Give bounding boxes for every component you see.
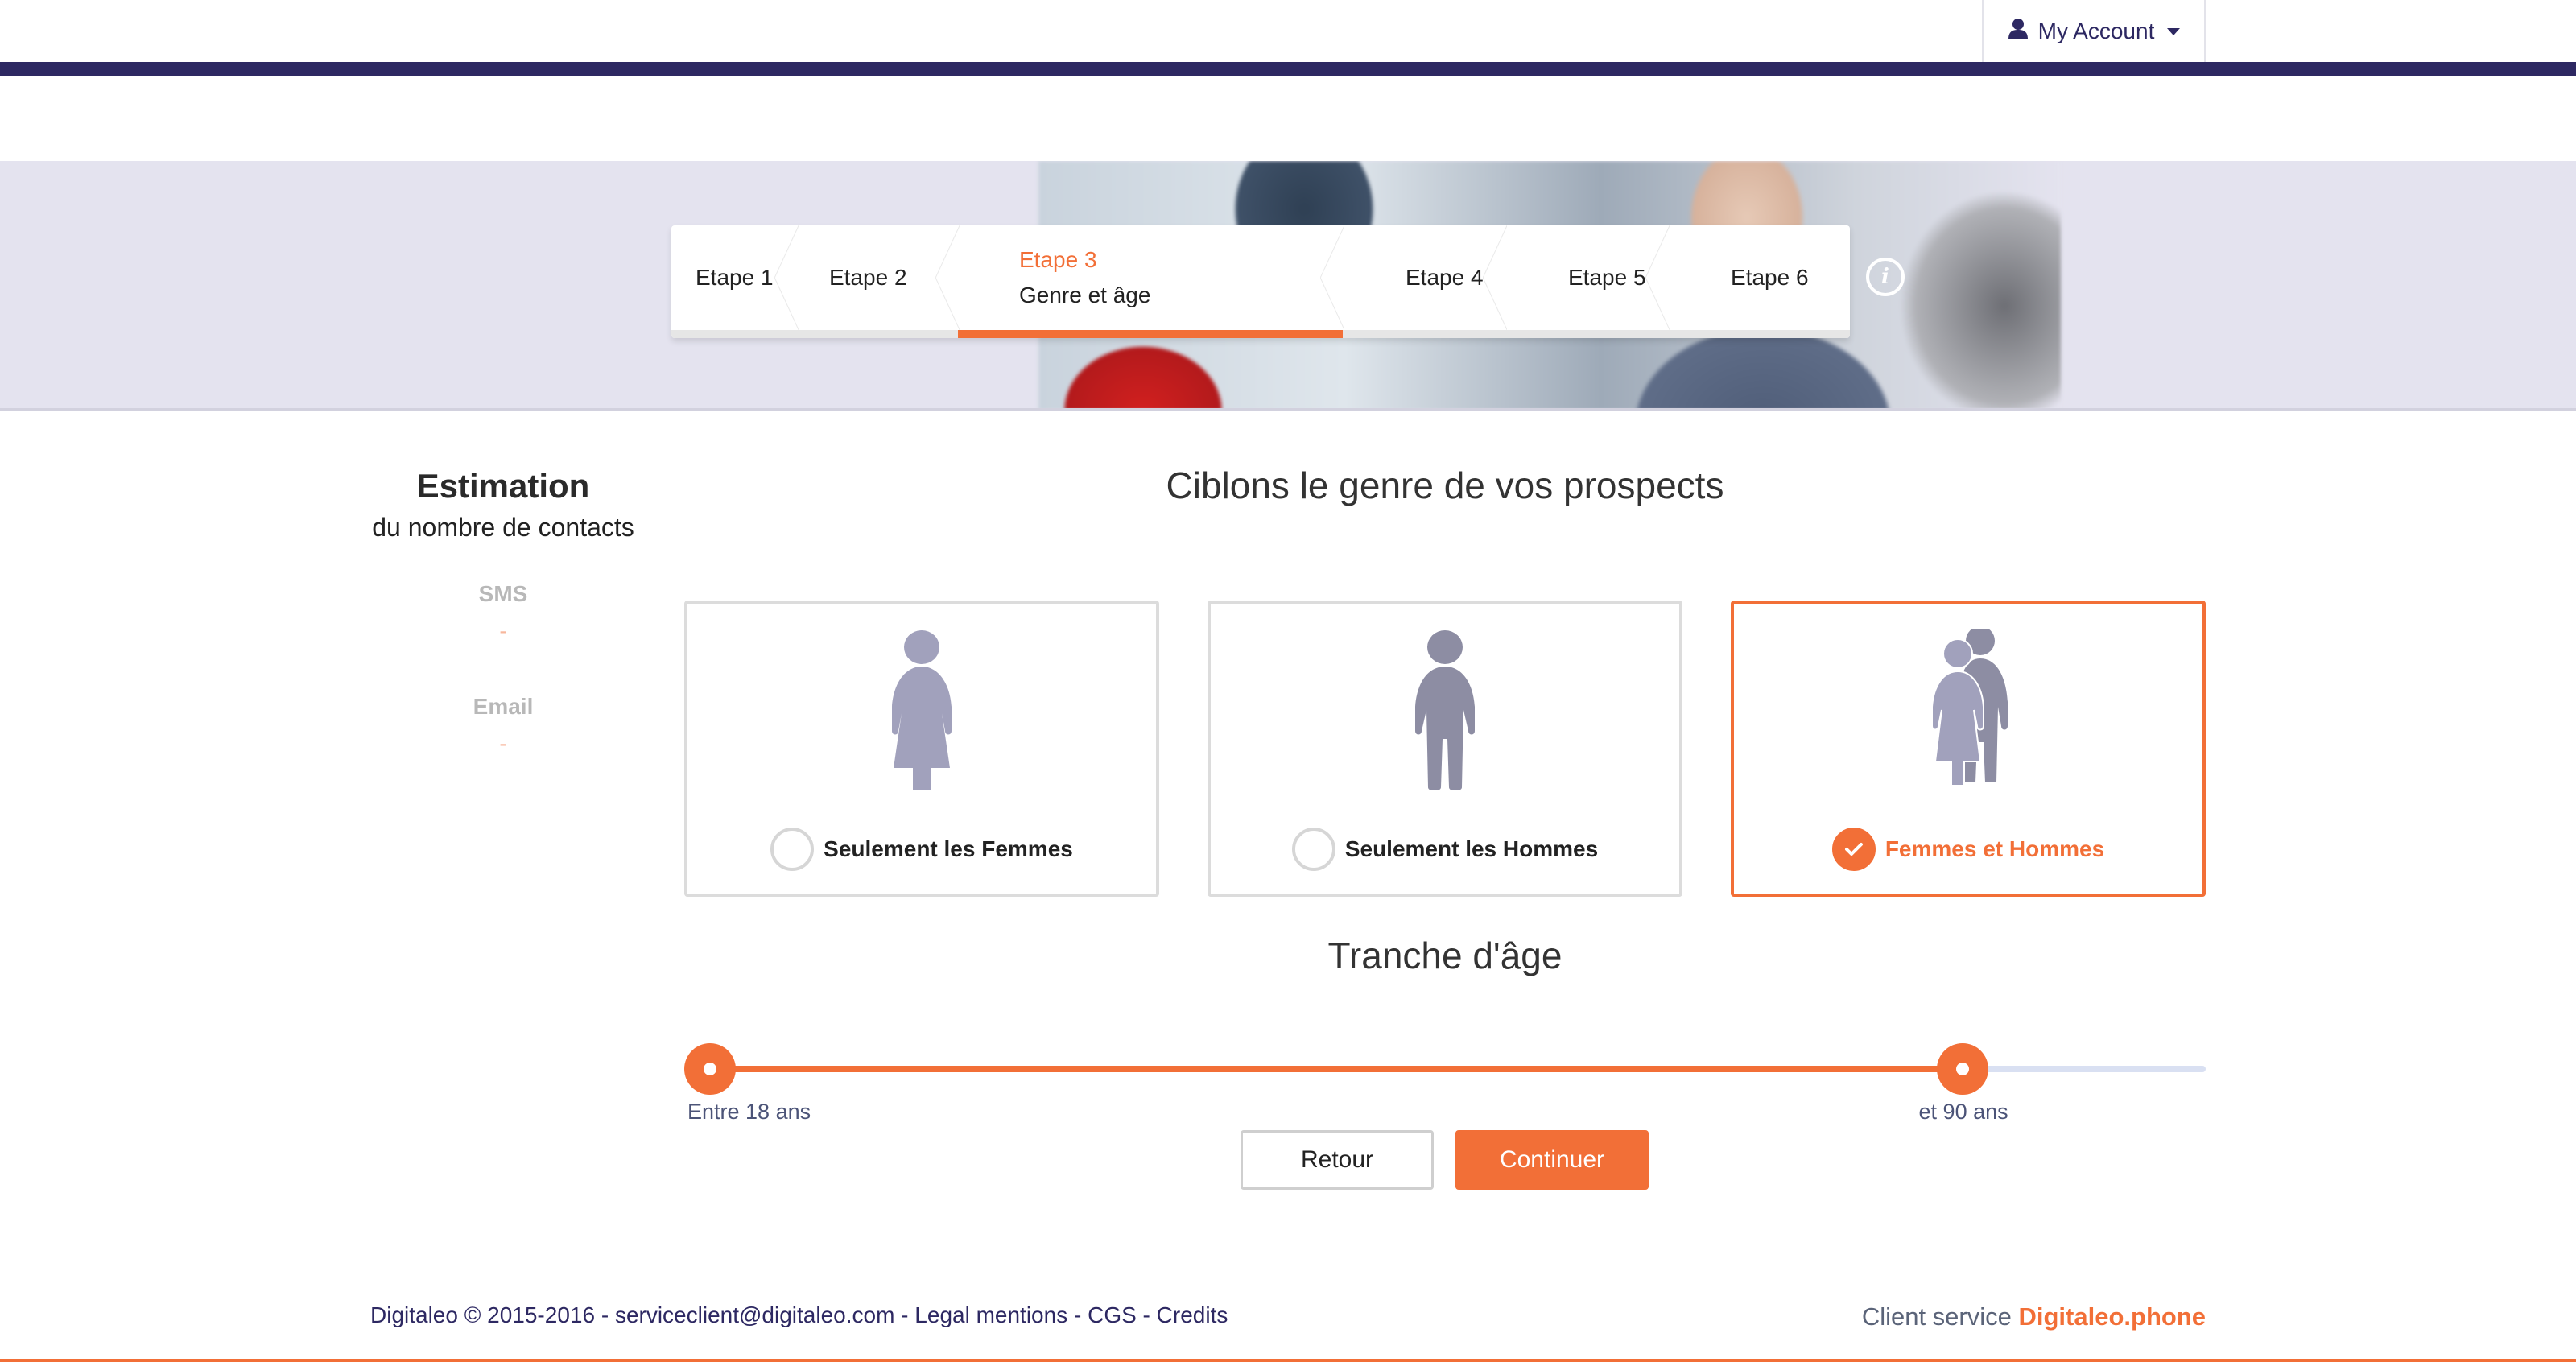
separator: - [1136,1302,1157,1327]
client-service: Client service Digitaleo.phone [1862,1302,2206,1331]
footer-links: Digitaleo © 2015-2016 - serviceclient@di… [370,1302,1228,1328]
step-1[interactable]: Etape 1 [671,225,799,338]
continue-button[interactable]: Continuer [1455,1130,1649,1190]
step-6[interactable]: Etape 6 [1668,225,1850,338]
estimation-title: Estimation [416,467,590,505]
footer-email-link[interactable]: serviceclient@digitaleo.com [615,1302,894,1327]
gender-option-label: Seulement les Femmes [824,836,1073,861]
radio-unchecked[interactable] [770,828,815,871]
age-min-label: Entre 18 ans [687,1100,811,1124]
top-bar: My Account [0,0,2576,63]
gender-option-choice: Seulement les Femmes [687,828,1156,871]
back-button[interactable]: Retour [1241,1130,1434,1190]
my-account-label: My Account [2037,19,2155,43]
step-3[interactable]: Etape 3 Genre et âge [958,225,1344,338]
chevron-down-icon [2167,27,2181,35]
slider-range-fill [710,1066,1963,1072]
age-range-slider[interactable] [684,1043,2206,1095]
nav-divider [0,62,2576,76]
my-account-dropdown[interactable]: My Account [1982,0,2206,63]
radio-unchecked[interactable] [1291,828,1335,871]
gender-option-men[interactable]: Seulement les Hommes [1208,601,1682,897]
footer-cgs-link[interactable]: CGS [1088,1302,1137,1327]
step-progress: Etape 1 Etape 2 Etape 3 Genre et âge Eta… [671,225,1850,338]
gender-option-choice: Femmes et Hommes [1734,828,2202,871]
step-label: Etape 5 [1568,265,1646,290]
gender-option-women[interactable]: Seulement les Femmes [684,601,1159,897]
client-service-label: Client service [1861,1302,2012,1331]
info-glyph: i [1881,265,1889,289]
gender-option-label: Seulement les Hommes [1344,836,1599,861]
step-4[interactable]: Etape 4 [1343,225,1507,338]
user-icon [2008,18,2029,46]
step-label: Etape 1 [696,265,774,290]
step-subtitle: Genre et âge [1019,283,1151,307]
age-section-title: Tranche d'âge [1327,935,1563,976]
separator: - [1067,1302,1088,1327]
woman-icon [886,629,958,795]
step-2[interactable]: Etape 2 [797,225,960,338]
slider-handle-min[interactable] [684,1043,736,1095]
email-count: - [499,731,507,756]
gender-option-choice: Seulement les Hommes [1211,828,1679,871]
footer-copyright: Digitaleo © 2015-2016 [370,1302,596,1327]
email-label: Email [473,694,534,719]
contact-estimation-panel: Estimation du nombre de contacts SMS - E… [370,467,636,757]
step-label: Etape 6 [1731,265,1809,290]
sms-count: - [499,618,507,643]
footer-legal-link[interactable]: Legal mentions [914,1302,1067,1327]
gender-section-title: Ciblons le genre de vos prospects [1166,464,1724,506]
check-icon [1844,843,1863,856]
slider-handle-max[interactable] [1936,1043,1988,1095]
step-label: Etape 2 [829,265,907,290]
footer-credits-link[interactable]: Credits [1157,1302,1228,1327]
step-5[interactable]: Etape 5 [1505,225,1670,338]
hero-banner: Etape 1 Etape 2 Etape 3 Genre et âge Eta… [0,161,2576,411]
separator: - [894,1302,915,1327]
step-label: Etape 4 [1406,265,1484,290]
client-service-brand-link[interactable]: Digitaleo.phone [2019,1302,2207,1331]
gender-options: Seulement les Femmes Seulement les Homme… [684,601,2206,897]
gender-option-label: Femmes et Hommes [1885,836,2105,861]
age-max-label: et 90 ans [1918,1100,2008,1124]
couple-icon [1916,626,2021,794]
radio-checked[interactable] [1831,828,1876,871]
separator: - [595,1302,615,1327]
info-icon[interactable]: i [1866,258,1905,296]
step-label: Etape 3 [1019,247,1097,272]
sms-label: SMS [478,581,528,606]
man-icon [1409,629,1481,794]
estimation-subtitle: du nombre de contacts [372,513,634,542]
footer-accent-line [0,1359,2576,1362]
gender-option-both[interactable]: Femmes et Hommes [1731,601,2206,897]
